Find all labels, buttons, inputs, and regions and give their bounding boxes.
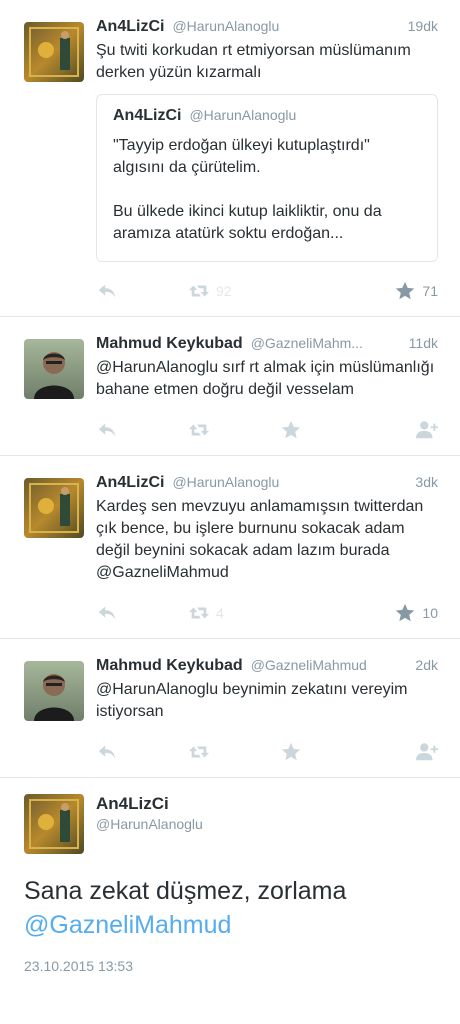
author-handle[interactable]: @HarunAlanoglu <box>172 18 279 34</box>
retweet-button[interactable] <box>188 741 280 763</box>
like-button[interactable] <box>280 419 372 441</box>
timestamp[interactable]: 11dk <box>401 335 438 351</box>
tweet-actions: 92 71 <box>96 280 438 302</box>
follow-button[interactable] <box>416 419 438 441</box>
reply-button[interactable] <box>96 602 188 624</box>
author-name[interactable]: An4LizCi <box>96 794 436 814</box>
timestamp[interactable]: 2dk <box>407 657 438 673</box>
avatar[interactable] <box>24 478 84 538</box>
retweet-count: 4 <box>216 605 224 621</box>
quoted-tweet-text: "Tayyip erdoğan ülkeyi kutuplaştırdı" al… <box>113 135 421 245</box>
star-icon <box>394 602 416 624</box>
like-button[interactable]: 71 <box>394 280 438 302</box>
reply-button[interactable] <box>96 280 188 302</box>
tweet-text: Sana zekat düşmez, zorlama @GazneliMahmu… <box>24 874 436 942</box>
tweet-actions <box>96 741 438 763</box>
reply-icon <box>96 280 118 302</box>
author-name[interactable]: An4LizCi <box>96 474 164 492</box>
tweet-text: @HarunAlanoglu beynimin zekatını vereyim… <box>96 681 408 720</box>
retweet-count: 92 <box>216 283 232 299</box>
follow-button[interactable] <box>416 741 438 763</box>
retweet-icon <box>188 419 210 441</box>
tweet-text: @HarunAlanoglu sırf rt almak için müslüm… <box>96 359 435 398</box>
avatar[interactable] <box>24 22 84 82</box>
reply-button[interactable] <box>96 419 188 441</box>
tweet-actions <box>96 419 438 441</box>
tweet-actions: 4 10 <box>96 602 438 624</box>
author-name[interactable]: An4LizCi <box>96 18 164 36</box>
retweet-button[interactable]: 92 <box>188 280 280 302</box>
retweet-button[interactable]: 4 <box>188 602 280 624</box>
reply-icon <box>96 741 118 763</box>
star-icon <box>280 419 302 441</box>
author-handle[interactable]: @HarunAlanoglu <box>96 816 436 832</box>
quoted-paragraph: Bu ülkede ikinci kutup laikliktir, onu d… <box>113 203 382 242</box>
mention-link[interactable]: @GazneliMahmud <box>24 911 231 939</box>
timestamp[interactable]: 19dk <box>400 18 438 34</box>
like-count: 71 <box>422 283 438 299</box>
avatar[interactable] <box>24 339 84 399</box>
reply-button[interactable] <box>96 741 188 763</box>
tweet[interactable]: Mahmud Keykubad @GazneliMahm... 11dk @Ha… <box>0 317 460 456</box>
tweet[interactable]: An4LizCi @HarunAlanoglu 19dk Şu twiti ko… <box>0 0 460 317</box>
tweet[interactable]: Mahmud Keykubad @GazneliMahmud 2dk @Haru… <box>0 639 460 778</box>
tweet-date: 23.10.2015 13:53 <box>24 958 133 974</box>
quoted-tweet[interactable]: An4LizCi @HarunAlanoglu "Tayyip erdoğan … <box>96 94 438 262</box>
retweet-icon <box>188 741 210 763</box>
author-handle[interactable]: @HarunAlanoglu <box>172 474 279 490</box>
author-name[interactable]: Mahmud Keykubad <box>96 657 243 675</box>
quoted-author-handle: @HarunAlanoglu <box>189 107 297 123</box>
author-handle[interactable]: @GazneliMahm... <box>251 335 363 351</box>
star-icon <box>280 741 302 763</box>
timestamp[interactable]: 3dk <box>407 474 438 490</box>
quoted-author-name: An4LizCi <box>113 107 182 124</box>
author-name[interactable]: Mahmud Keykubad <box>96 335 243 353</box>
like-button[interactable]: 10 <box>394 602 438 624</box>
tweet-body: Sana zekat düşmez, zorlama <box>24 877 347 905</box>
quoted-paragraph: "Tayyip erdoğan ülkeyi kutuplaştırdı" al… <box>113 137 370 176</box>
retweet-icon <box>188 280 210 302</box>
author-handle[interactable]: @GazneliMahmud <box>251 657 367 673</box>
follow-icon <box>416 419 438 441</box>
like-button[interactable] <box>280 741 372 763</box>
avatar[interactable] <box>24 794 84 854</box>
tweet-text: Kardeş sen mevzuyu anlamamışsın twitterd… <box>96 498 424 581</box>
star-icon <box>394 280 416 302</box>
reply-icon <box>96 602 118 624</box>
reply-icon <box>96 419 118 441</box>
retweet-icon <box>188 602 210 624</box>
retweet-button[interactable] <box>188 419 280 441</box>
tweet-text: Şu twiti korkudan rt etmiyorsan müslüman… <box>96 42 411 81</box>
avatar[interactable] <box>24 661 84 721</box>
follow-icon <box>416 741 438 763</box>
focused-tweet: An4LizCi @HarunAlanoglu Sana zekat düşme… <box>0 778 460 974</box>
tweet[interactable]: An4LizCi @HarunAlanoglu 3dk Kardeş sen m… <box>0 456 460 639</box>
like-count: 10 <box>422 605 438 621</box>
